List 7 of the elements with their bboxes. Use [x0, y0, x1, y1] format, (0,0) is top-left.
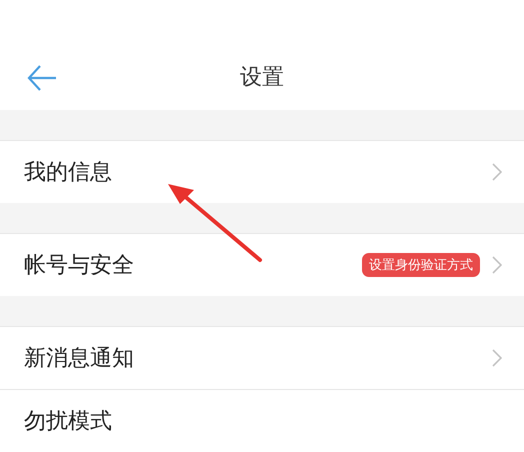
row-label: 帐号与安全	[24, 252, 135, 280]
status-badge: 设置身份验证方式	[362, 253, 480, 277]
page-title: 设置	[240, 64, 284, 92]
row-label: 我的信息	[24, 159, 113, 187]
row-label: 新消息通知	[24, 345, 135, 373]
back-arrow-icon[interactable]	[26, 64, 58, 92]
row-label: 勿扰模式	[24, 408, 113, 436]
